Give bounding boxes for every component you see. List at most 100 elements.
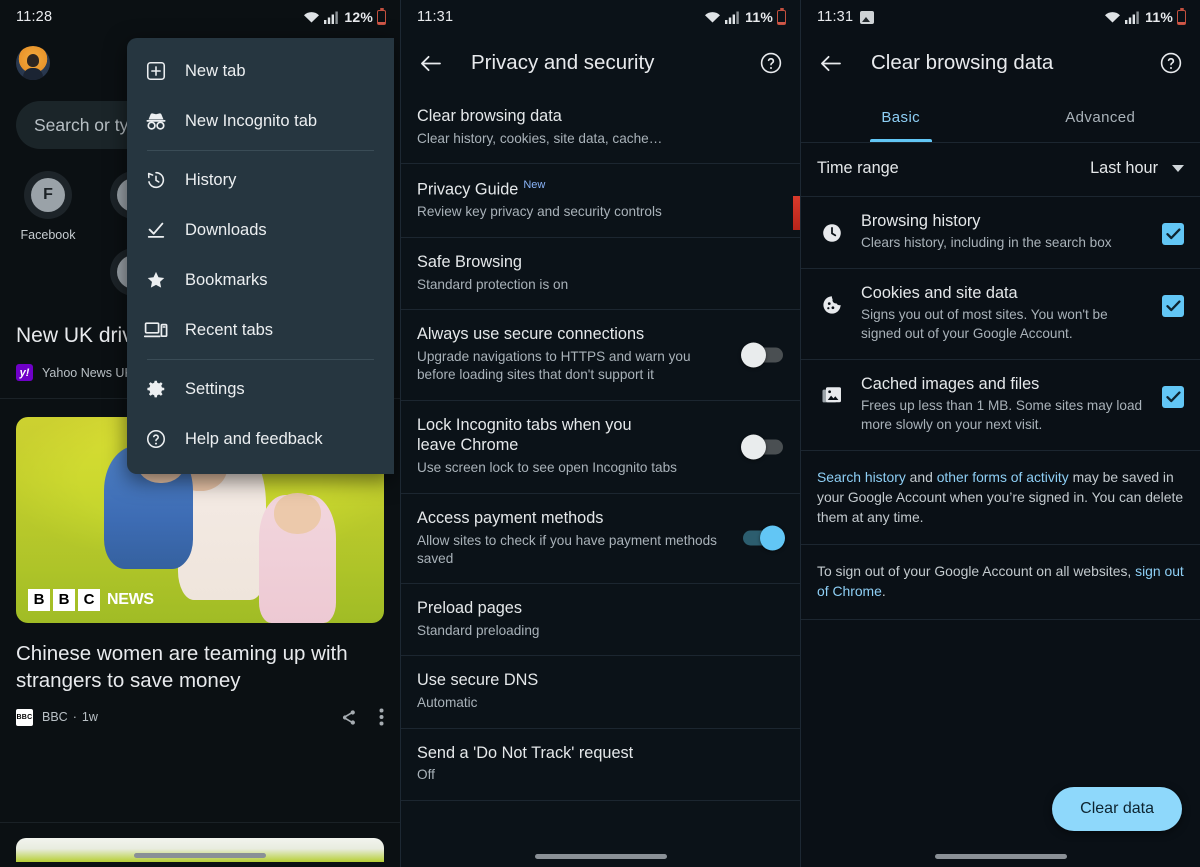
- tab-advanced[interactable]: Advanced: [1001, 92, 1200, 142]
- status-time: 11:28: [16, 9, 53, 25]
- setting-title: Always use secure connections: [417, 325, 645, 344]
- avatar[interactable]: [16, 46, 50, 80]
- nav-gesture-bar[interactable]: [934, 854, 1067, 859]
- menu-label: Downloads: [185, 220, 267, 239]
- checkbox-browsing-history[interactable]: [1162, 223, 1184, 245]
- bbc-news-logo: B B C NEWS: [28, 588, 154, 611]
- setting-row-clear-browsing-data[interactable]: Clear browsing data Clear history, cooki…: [401, 92, 800, 163]
- tile-label: Facebook: [20, 228, 76, 242]
- checkbox-title: Cached images and files: [861, 375, 1040, 394]
- checkbox-cached-images-and-files[interactable]: [1162, 386, 1184, 409]
- toolbar-privacy: Privacy and security: [401, 34, 800, 92]
- menu-item-settings[interactable]: Settings: [127, 364, 394, 414]
- battery-icon: [777, 7, 786, 25]
- battery-icon: [1177, 7, 1186, 25]
- cookie-icon: [817, 284, 847, 316]
- menu-item-downloads[interactable]: Downloads: [127, 205, 394, 255]
- checkbox-cookies-and-site-data[interactable]: [1162, 295, 1184, 318]
- footnote-sign-out: To sign out of your Google Account on al…: [817, 563, 1184, 600]
- menu-label: New tab: [185, 61, 246, 80]
- setting-row-always-use-secure-connections[interactable]: Always use secure connections Upgrade na…: [401, 310, 800, 400]
- tab-basic[interactable]: Basic: [801, 92, 1001, 142]
- arrow-back-icon[interactable]: [817, 50, 843, 76]
- setting-row-do-not-track[interactable]: Send a 'Do Not Track' request Off: [401, 729, 800, 800]
- time-range-selector[interactable]: Time range Last hour: [801, 143, 1200, 196]
- menu-divider: [147, 150, 374, 151]
- search-placeholder: Search or typ: [34, 114, 139, 135]
- toolbar-clear-data: Clear browsing data: [801, 34, 1200, 92]
- source-badge-icon: BBC: [16, 708, 33, 726]
- nav-gesture-bar[interactable]: [134, 853, 266, 858]
- screenshot-root: 11:28 12% Search or typ F Facebook Y: [0, 0, 1200, 867]
- setting-subtitle: Standard preloading: [417, 623, 540, 639]
- new-badge: New: [523, 179, 546, 192]
- battery-icon: [377, 7, 386, 25]
- chevron-down-icon[interactable]: [1172, 165, 1184, 172]
- menu-item-new-tab[interactable]: New tab: [127, 46, 394, 96]
- nav-gesture-bar[interactable]: [534, 854, 667, 859]
- menu-item-history[interactable]: History: [127, 155, 394, 205]
- wifi-icon: [705, 10, 721, 23]
- link-search-history[interactable]: Search history: [817, 469, 906, 485]
- menu-item-bookmarks[interactable]: Bookmarks: [127, 255, 394, 305]
- setting-row-access-payment-methods[interactable]: Access payment methods Allow sites to ch…: [401, 494, 800, 584]
- checkbox-row-cookies-and-site-data[interactable]: Cookies and site data Signs you out of m…: [801, 269, 1200, 359]
- setting-subtitle: Use screen lock to see open Incognito ta…: [417, 460, 677, 476]
- toggle-always-use-secure-connections[interactable]: [741, 342, 783, 368]
- menu-item-help-and-feedback[interactable]: Help and feedback: [127, 414, 394, 464]
- recent-tabs-icon: [144, 318, 168, 342]
- checkbox-row-browsing-history[interactable]: Browsing history Clears history, includi…: [801, 197, 1200, 268]
- next-article-image: [16, 838, 384, 862]
- link-other-forms-of-activity[interactable]: other forms of activity: [937, 469, 1069, 485]
- article-source-row-2: BBC BBC · 1w: [16, 708, 384, 726]
- toggle-access-payment-methods[interactable]: [743, 525, 785, 551]
- menu-label: Settings: [185, 379, 245, 398]
- toggle-lock-incognito-tabs[interactable]: [741, 434, 783, 460]
- article-source-2: BBC: [42, 710, 68, 725]
- menu-item-recent-tabs[interactable]: Recent tabs: [127, 305, 394, 355]
- more-options-icon[interactable]: [379, 708, 384, 726]
- setting-row-privacy-guide[interactable]: Privacy Guide New Review key privacy and …: [401, 164, 800, 237]
- setting-title: Clear browsing data: [417, 107, 562, 125]
- help-circle-icon[interactable]: [1158, 50, 1184, 76]
- time-range-value: Last hour: [1090, 159, 1158, 177]
- status-time: 11:31: [817, 9, 854, 25]
- setting-subtitle: Review key privacy and security controls: [417, 204, 662, 220]
- panel-chrome-new-tab: 11:28 12% Search or typ F Facebook Y: [0, 0, 400, 867]
- battery-percent: 12%: [344, 9, 373, 25]
- star-icon: [144, 268, 168, 292]
- shortcut-tile-facebook[interactable]: F Facebook: [16, 171, 80, 242]
- checkbox-title: Cookies and site data: [861, 284, 1018, 303]
- setting-subtitle: Allow sites to check if you have payment…: [417, 532, 717, 566]
- setting-subtitle: Automatic: [417, 695, 478, 711]
- notification-strip: [793, 196, 800, 230]
- checkbox-title: Browsing history: [861, 212, 981, 230]
- screenshot-icon: [860, 10, 875, 24]
- page-title: Clear browsing data: [871, 51, 1054, 74]
- status-bar-3: 11:31 11%: [801, 0, 1200, 34]
- signal-icon: [324, 11, 339, 24]
- share-icon[interactable]: [340, 709, 357, 726]
- setting-title: Safe Browsing: [417, 252, 522, 271]
- menu-label: Help and feedback: [185, 429, 323, 448]
- signal-icon: [1125, 11, 1139, 24]
- setting-subtitle: Clear history, cookies, site data, cache…: [417, 130, 663, 146]
- page-title: Privacy and security: [471, 51, 655, 74]
- checkbox-row-cached-images-and-files[interactable]: Cached images and files Frees up less th…: [801, 360, 1200, 450]
- setting-row-preload-pages[interactable]: Preload pages Standard preloading: [401, 584, 800, 655]
- setting-row-safe-browsing[interactable]: Safe Browsing Standard protection is on: [401, 238, 800, 309]
- setting-row-lock-incognito-tabs[interactable]: Lock Incognito tabs when you leave Chrom…: [401, 401, 800, 493]
- article-headline-2[interactable]: Chinese women are teaming up with strang…: [16, 640, 384, 695]
- help-circle-icon: [144, 427, 168, 451]
- wifi-icon: [304, 10, 320, 23]
- status-time: 11:31: [417, 9, 454, 25]
- setting-row-use-secure-dns[interactable]: Use secure DNS Automatic: [401, 656, 800, 727]
- clear-data-button[interactable]: Clear data: [1052, 787, 1182, 831]
- panel-privacy-and-security: 11:31 11% Privacy and security Clear bro…: [400, 0, 800, 867]
- menu-item-new-incognito-tab[interactable]: New Incognito tab: [127, 96, 394, 146]
- help-circle-icon[interactable]: [758, 50, 784, 76]
- status-bar-2: 11:31 11%: [401, 0, 800, 34]
- arrow-back-icon[interactable]: [417, 50, 443, 76]
- plus-box-icon: [144, 59, 168, 83]
- checkbox-subtitle: Signs you out of most sites. You won't b…: [861, 307, 1108, 341]
